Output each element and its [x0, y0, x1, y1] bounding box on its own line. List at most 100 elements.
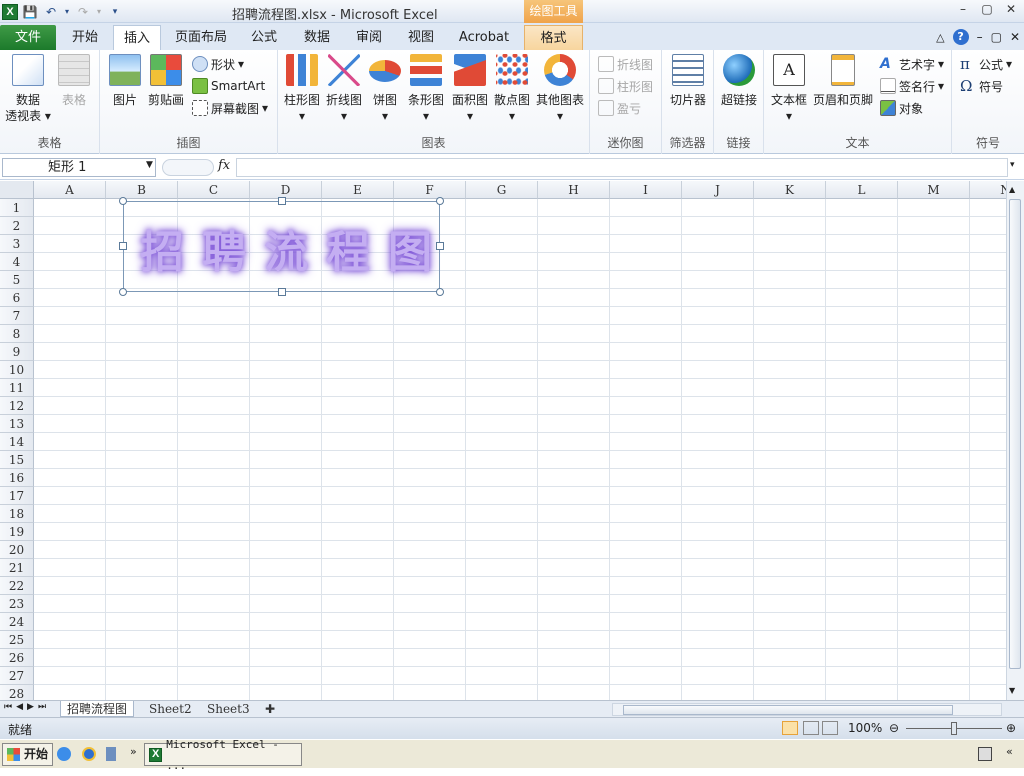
resize-handle[interactable] — [278, 288, 286, 296]
column-header[interactable]: I — [610, 181, 682, 199]
row-header[interactable]: 3 — [0, 235, 34, 253]
row-header[interactable]: 7 — [0, 307, 34, 325]
resize-handle[interactable] — [278, 197, 286, 205]
column-header[interactable]: F — [394, 181, 466, 199]
bar-chart-button[interactable]: 条形图 ▾ — [406, 54, 446, 124]
sheet-tab[interactable]: Sheet2 — [143, 701, 198, 717]
column-header[interactable]: C — [178, 181, 250, 199]
scroll-down-icon[interactable]: ▼ — [1009, 686, 1015, 695]
row-header[interactable]: 11 — [0, 379, 34, 397]
row-header[interactable]: 18 — [0, 505, 34, 523]
resize-handle[interactable] — [119, 242, 127, 250]
row-header[interactable]: 23 — [0, 595, 34, 613]
resize-handle[interactable] — [436, 197, 444, 205]
wordart-button[interactable]: A 艺术字 ▾ — [880, 54, 944, 74]
resize-handle[interactable] — [119, 197, 127, 205]
sheet-nav-icons[interactable]: ⏮◀▶⏭ — [4, 702, 50, 712]
pie-chart-button[interactable]: 饼图 ▾ — [368, 54, 402, 124]
table-button[interactable]: 表格 — [54, 54, 94, 108]
row-header[interactable]: 10 — [0, 361, 34, 379]
row-header[interactable]: 13 — [0, 415, 34, 433]
pivot-table-button[interactable]: 数据 透视表 ▾ — [4, 54, 52, 124]
column-header[interactable]: D — [250, 181, 322, 199]
row-header[interactable]: 16 — [0, 469, 34, 487]
row-header[interactable]: 1 — [0, 199, 34, 217]
quicklaunch-icon[interactable] — [57, 747, 71, 761]
insert-sheet-icon[interactable]: ✚ — [259, 701, 281, 717]
zoom-in-icon[interactable]: ⊕ — [1006, 721, 1016, 735]
restore-button[interactable]: ▢ — [980, 2, 994, 16]
column-header[interactable]: E — [322, 181, 394, 199]
redo-icon[interactable]: ↷ — [74, 3, 92, 21]
tab-acrobat[interactable]: Acrobat — [452, 25, 516, 50]
undo-dropdown-icon[interactable]: ▾ — [63, 3, 71, 21]
other-charts-button[interactable]: 其他图表 ▾ — [534, 54, 586, 124]
column-header[interactable]: A — [34, 181, 106, 199]
signature-line-button[interactable]: 签名行 ▾ — [880, 76, 944, 96]
smartart-button[interactable]: SmartArt — [192, 76, 265, 96]
row-header[interactable]: 6 — [0, 289, 34, 307]
symbol-button[interactable]: Ω 符号 — [960, 76, 1003, 96]
tab-view[interactable]: 视图 — [397, 25, 445, 50]
minimize-button[interactable]: – — [956, 2, 970, 16]
name-box[interactable]: 矩形 1 — [2, 158, 156, 177]
screenshot-button[interactable]: 屏幕截图 ▾ — [192, 98, 268, 118]
clipart-button[interactable]: 剪贴画 — [146, 54, 186, 108]
sheet-tab[interactable]: Sheet3 — [201, 701, 256, 717]
row-header[interactable]: 22 — [0, 577, 34, 595]
doc-restore-button[interactable]: ▢ — [991, 30, 1002, 44]
tab-home[interactable]: 开始 — [60, 25, 110, 50]
sparkline-winloss-button[interactable]: 盈亏 — [598, 98, 641, 118]
object-button[interactable]: 对象 — [880, 98, 923, 118]
tab-review[interactable]: 审阅 — [345, 25, 393, 50]
row-header[interactable]: 15 — [0, 451, 34, 469]
undo-icon[interactable]: ↶ — [42, 3, 60, 21]
more-quicklaunch-icon[interactable]: » — [130, 745, 137, 758]
row-header[interactable]: 17 — [0, 487, 34, 505]
close-button[interactable]: ✕ — [1004, 2, 1018, 16]
insert-function-icon[interactable]: fx — [218, 158, 230, 173]
equation-button[interactable]: π 公式 ▾ — [960, 54, 1012, 74]
column-header[interactable]: K — [754, 181, 826, 199]
column-header[interactable]: H — [538, 181, 610, 199]
vertical-scrollbar[interactable]: ▲ ▼ — [1006, 181, 1024, 700]
scatter-chart-button[interactable]: 散点图 ▾ — [492, 54, 532, 124]
quicklaunch-icon[interactable] — [106, 747, 116, 761]
customize-qat-icon[interactable]: ▾ — [106, 3, 124, 21]
sparkline-column-button[interactable]: 柱形图 — [598, 76, 653, 96]
excel-logo-icon[interactable]: X — [2, 3, 18, 20]
help-icon[interactable]: ? — [952, 29, 969, 45]
zoom-level[interactable]: 100% — [848, 721, 882, 735]
doc-close-button[interactable]: ✕ — [1010, 30, 1020, 44]
tab-insert[interactable]: 插入 — [113, 25, 161, 50]
row-header[interactable]: 19 — [0, 523, 34, 541]
tab-page-layout[interactable]: 页面布局 — [168, 25, 234, 50]
column-chart-button[interactable]: 柱形图 ▾ — [282, 54, 322, 124]
column-header[interactable]: N — [970, 181, 1006, 199]
zoom-slider-thumb[interactable] — [951, 722, 957, 735]
area-chart-button[interactable]: 面积图 ▾ — [450, 54, 490, 124]
column-header[interactable]: B — [106, 181, 178, 199]
start-button[interactable]: 开始 — [2, 743, 54, 766]
picture-button[interactable]: 图片 — [106, 54, 144, 108]
column-header[interactable]: M — [898, 181, 970, 199]
row-header[interactable]: 26 — [0, 649, 34, 667]
resize-handle[interactable] — [119, 288, 127, 296]
row-header[interactable]: 21 — [0, 559, 34, 577]
scroll-up-icon[interactable]: ▲ — [1009, 185, 1015, 194]
hscroll-thumb[interactable] — [623, 705, 953, 715]
tab-formulas[interactable]: 公式 — [240, 25, 288, 50]
line-chart-button[interactable]: 折线图 ▾ — [324, 54, 364, 124]
shape-art-text[interactable]: 招聘流程图 — [140, 216, 450, 280]
row-header[interactable]: 20 — [0, 541, 34, 559]
column-header[interactable]: J — [682, 181, 754, 199]
row-header[interactable]: 27 — [0, 667, 34, 685]
tab-format[interactable]: 格式 — [524, 25, 583, 50]
header-footer-button[interactable]: 页眉和页脚 — [812, 54, 874, 108]
row-header[interactable]: 12 — [0, 397, 34, 415]
zoom-out-icon[interactable]: ⊖ — [889, 721, 899, 735]
row-header[interactable]: 4 — [0, 253, 34, 271]
row-header[interactable]: 25 — [0, 631, 34, 649]
doc-minimize-button[interactable]: – — [977, 30, 983, 44]
textbox-button[interactable]: A 文本框 ▾ — [768, 54, 810, 124]
